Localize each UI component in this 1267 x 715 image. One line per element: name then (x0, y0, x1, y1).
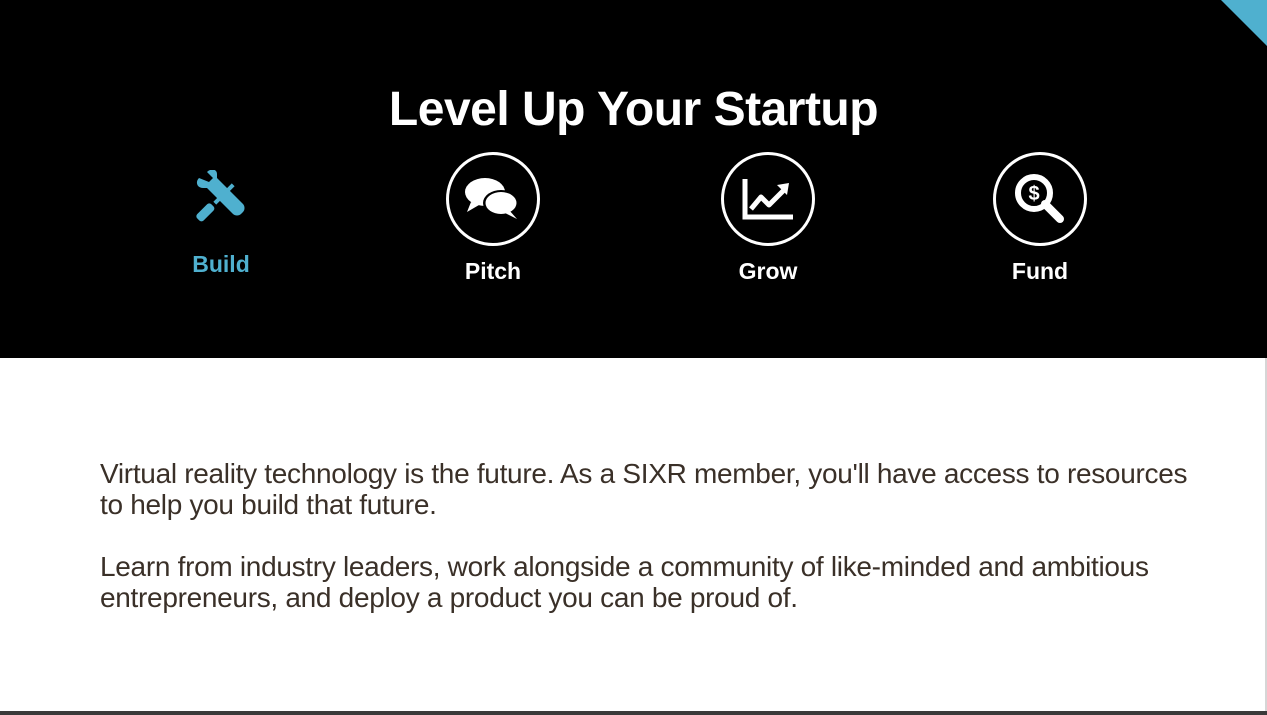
tab-pitch-circle (446, 152, 540, 246)
description-section: Virtual reality technology is the future… (100, 458, 1190, 644)
description-paragraph-2: Learn from industry leaders, work alongs… (100, 551, 1149, 613)
tools-icon (196, 170, 245, 222)
tab-fund-icon-wrap: $ (950, 152, 1130, 246)
svg-text:$: $ (1028, 183, 1039, 205)
tab-build-label: Build (192, 251, 250, 277)
growth-chart-icon (742, 179, 793, 220)
tab-fund-circle: $ (993, 152, 1087, 246)
tab-pitch-label: Pitch (464, 258, 522, 284)
tab-grow-label: Grow (738, 258, 798, 284)
chat-bubbles-icon (465, 178, 519, 219)
tab-build-icon-wrap (131, 152, 311, 246)
tab-fund-label: Fund (1011, 258, 1069, 284)
page-title: Level Up Your Startup (388, 83, 879, 137)
tab-grow-circle (721, 152, 815, 246)
description-paragraph-1: Virtual reality technology is the future… (100, 458, 1188, 520)
corner-ribbon (1221, 0, 1267, 46)
tab-pitch-icon-wrap (403, 152, 583, 246)
hero-section: Level Up Your Startup Build Pitch Grow $… (0, 0, 1267, 358)
tab-grow-icon-wrap (678, 152, 858, 246)
bottom-border (0, 711, 1267, 715)
dollar-magnifier-icon: $ (1015, 174, 1064, 223)
